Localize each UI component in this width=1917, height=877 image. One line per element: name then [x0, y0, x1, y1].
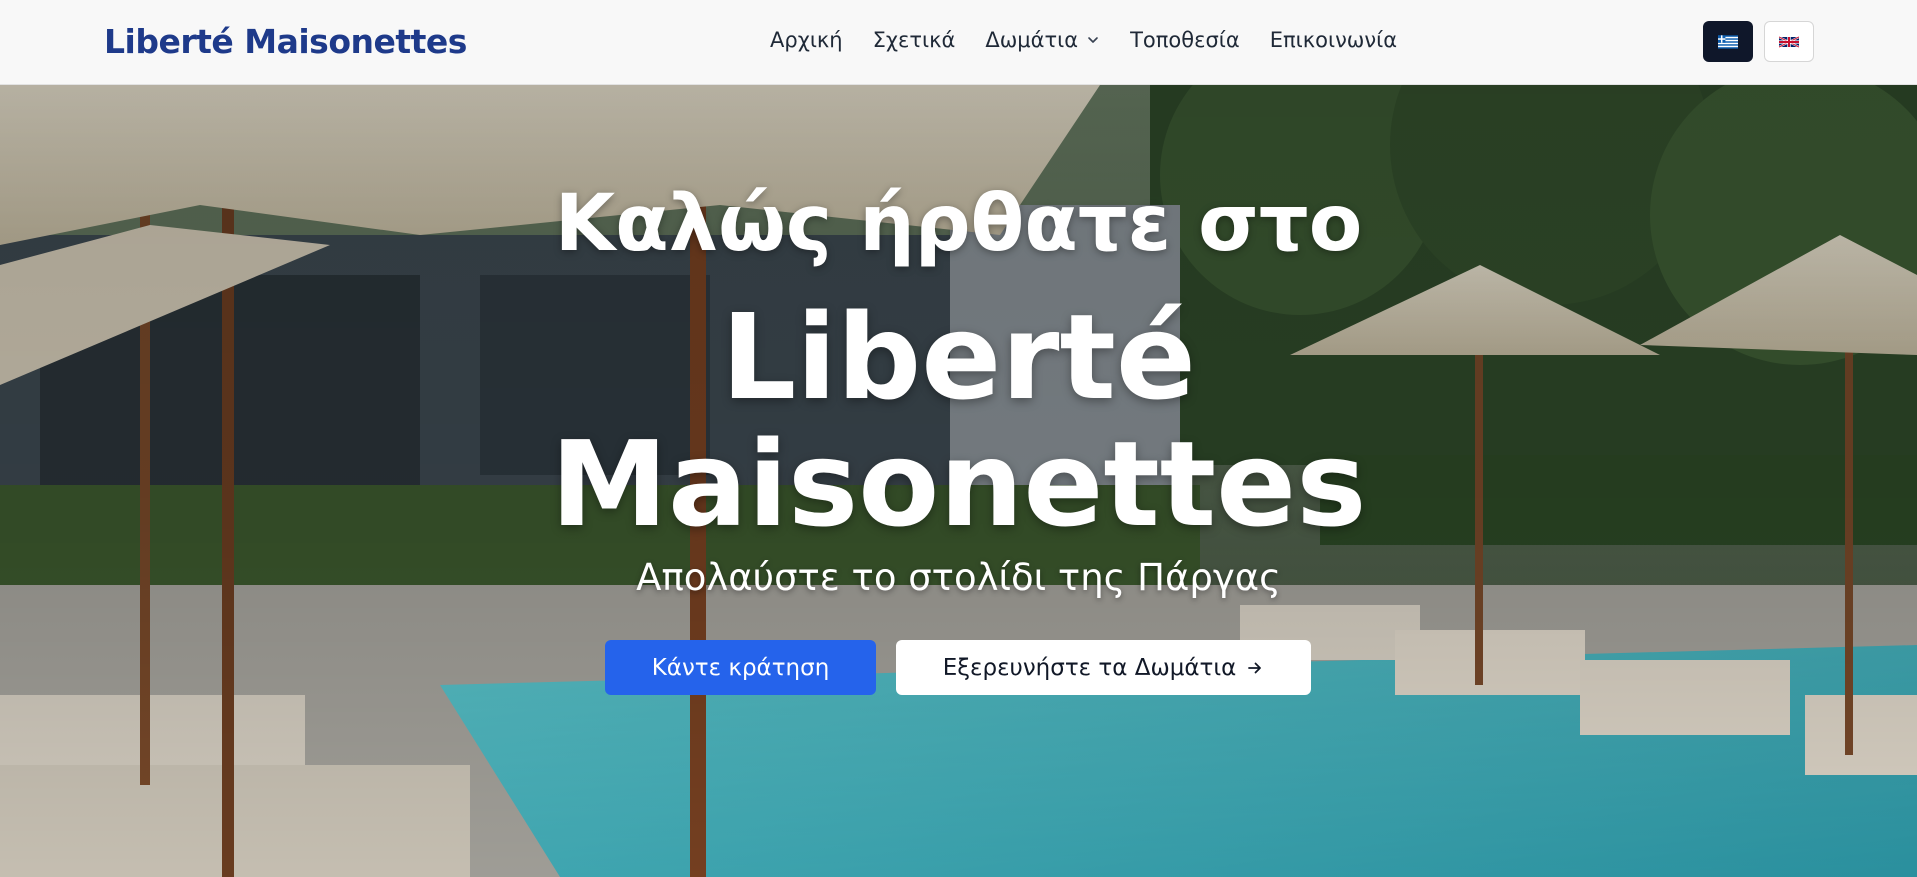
nav-item-label: Αρχική	[770, 28, 843, 52]
arrow-right-icon	[1248, 662, 1262, 673]
nav-item-label: Τοποθεσία	[1130, 28, 1240, 52]
nav-item-location[interactable]: Τοποθεσία	[1130, 28, 1240, 52]
hero-section: Καλώς ήρθατε στο Liberté Maisonettes Απο…	[0, 85, 1917, 877]
explore-rooms-label: Εξερευνήστε τα Δωμάτια	[942, 654, 1237, 681]
nav-item-about[interactable]: Σχετικά	[873, 28, 956, 52]
hero-title-line-2: Maisonettes	[550, 415, 1367, 553]
nav-item-label: Δωμάτια	[985, 28, 1079, 52]
explore-rooms-button[interactable]: Εξερευνήστε τα Δωμάτια	[896, 640, 1311, 695]
greece-flag-icon	[1718, 34, 1738, 49]
nav-item-contact[interactable]: Επικοινωνία	[1270, 28, 1397, 52]
language-greek-button[interactable]	[1703, 21, 1753, 62]
nav-item-label: Επικοινωνία	[1269, 28, 1398, 52]
nav-item-rooms[interactable]: Δωμάτια	[985, 28, 1100, 52]
main-nav: Αρχική Σχετικά Δωμάτια Τοποθεσία Επικοιν…	[770, 28, 1397, 52]
hero-title-line-1: Liberté	[721, 288, 1196, 426]
chevron-down-icon	[1088, 37, 1098, 43]
language-english-button[interactable]	[1764, 21, 1814, 62]
brand-logo[interactable]: Liberté Maisonettes	[104, 22, 467, 61]
book-now-label: Κάντε κράτηση	[651, 654, 830, 681]
book-now-button[interactable]: Κάντε κράτηση	[605, 640, 876, 695]
nav-item-home[interactable]: Αρχική	[770, 28, 843, 52]
uk-flag-icon	[1779, 35, 1799, 48]
hero-welcome: Καλώς ήρθατε στο	[554, 179, 1363, 269]
top-navbar: Liberté Maisonettes Αρχική Σχετικά Δωμάτ…	[0, 0, 1917, 85]
nav-item-label: Σχετικά	[872, 28, 956, 52]
hero-subtitle: Απολαύστε το στολίδι της Πάργας	[636, 556, 1281, 599]
